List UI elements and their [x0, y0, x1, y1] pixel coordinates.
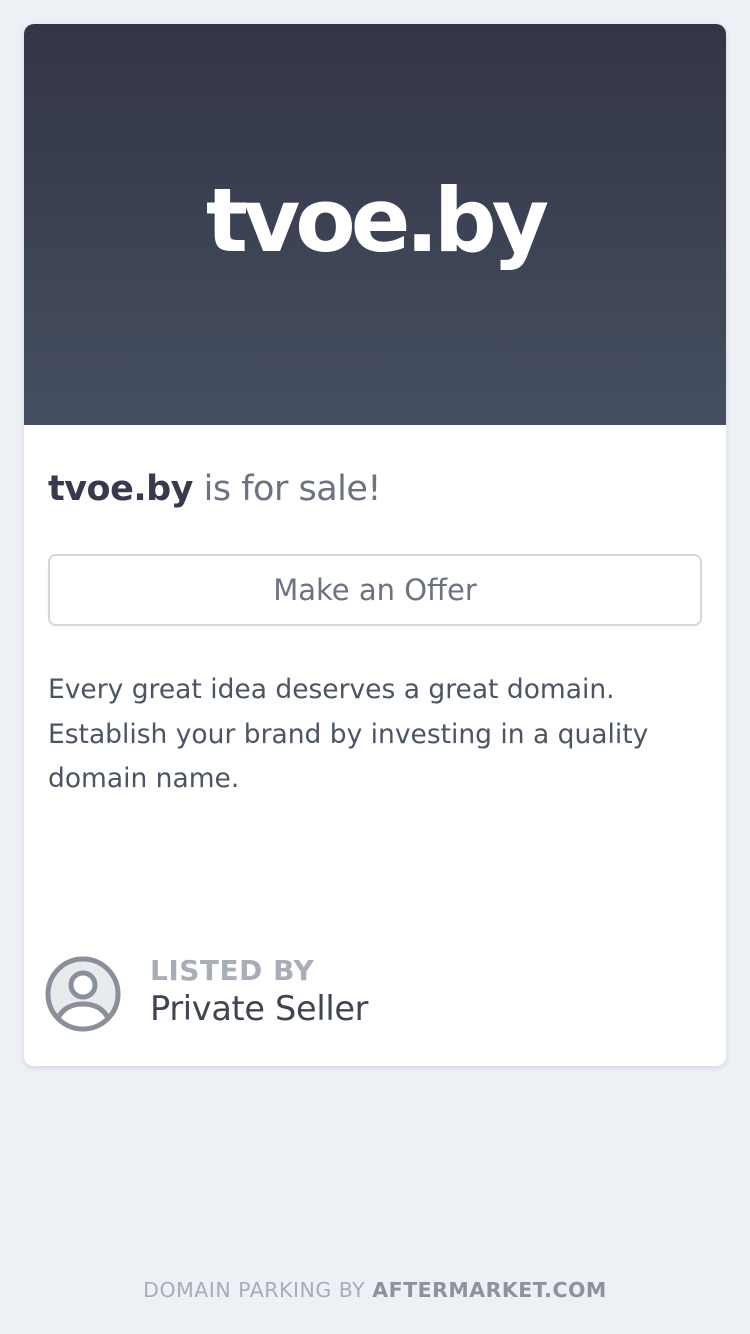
seller-info: LISTED BY Private Seller	[43, 954, 703, 1034]
user-avatar-icon	[45, 956, 121, 1032]
footer: DOMAIN PARKING BY AFTERMARKET.COM	[0, 1276, 750, 1304]
sale-heading-suffix: is for sale!	[193, 469, 382, 509]
domain-sale-card: tvoe.by tvoe.by is for sale! Make an Off…	[24, 24, 726, 1066]
domain-hero-banner: tvoe.by	[24, 24, 726, 425]
footer-brand-link[interactable]: AFTERMARKET.COM	[372, 1278, 607, 1302]
sale-heading-domain: tvoe.by	[48, 469, 194, 509]
listed-by-label: LISTED BY	[150, 954, 315, 987]
make-offer-button[interactable]: Make an Offer	[48, 554, 702, 626]
seller-name: Private Seller	[150, 989, 369, 1028]
domain-description: Every great idea deserves a great domain…	[48, 674, 649, 794]
hero-domain-name: tvoe.by	[205, 168, 549, 272]
footer-prefix: DOMAIN PARKING BY	[143, 1278, 373, 1302]
sale-heading: tvoe.by is for sale!	[48, 465, 381, 513]
